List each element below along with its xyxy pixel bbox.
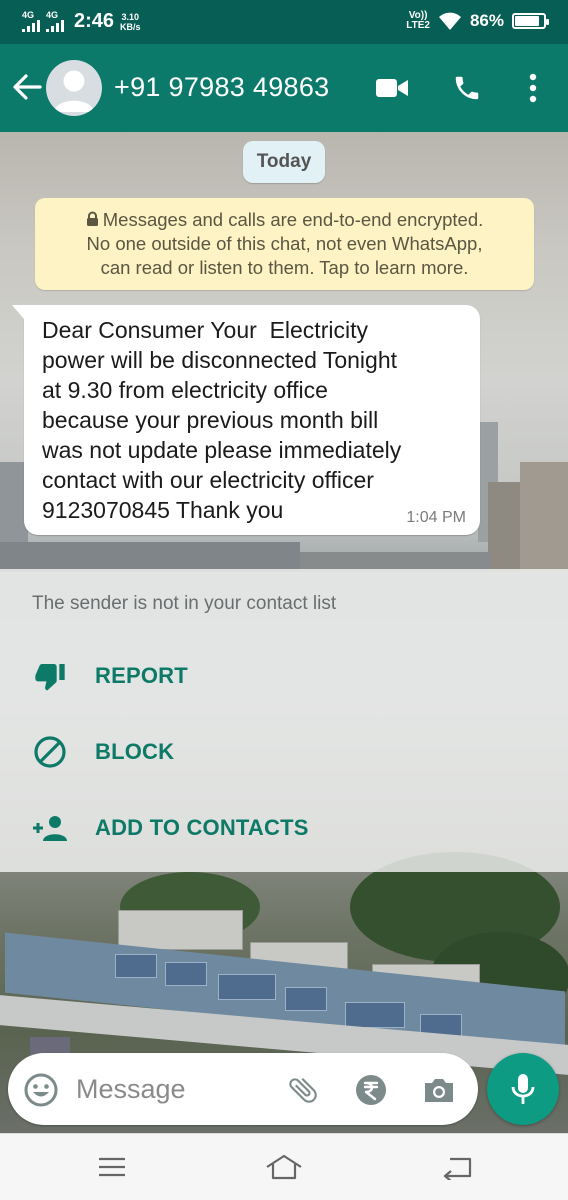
contact-avatar[interactable] xyxy=(46,60,102,116)
signal-2: 4G xyxy=(46,11,64,32)
report-button[interactable]: REPORT xyxy=(30,656,188,696)
home-button[interactable] xyxy=(264,1150,304,1184)
default-avatar-icon xyxy=(54,70,94,112)
recents-button[interactable] xyxy=(92,1150,132,1184)
encryption-notice[interactable]: Messages and calls are end-to-end encryp… xyxy=(35,198,534,290)
block-icon-wrap xyxy=(30,732,70,772)
thumb-down-icon xyxy=(35,664,65,691)
battery-fill xyxy=(515,16,540,26)
phone-icon xyxy=(455,76,479,100)
add-to-contacts-button[interactable]: ADD TO CONTACTS xyxy=(30,808,308,848)
battery-percent: 86% xyxy=(469,11,504,30)
report-label: REPORT xyxy=(95,663,188,688)
report-icon-wrap xyxy=(30,656,70,696)
network-speed: 3.10 KB/s xyxy=(120,12,141,32)
chat-header: +91 97983 49863 xyxy=(0,44,568,132)
video-call-button[interactable] xyxy=(374,70,410,106)
add-to-contacts-label: ADD TO CONTACTS xyxy=(95,815,309,840)
message-input[interactable] xyxy=(76,1069,266,1109)
voice-message-button[interactable] xyxy=(487,1053,559,1125)
network-type-2: 4G xyxy=(46,10,59,20)
volte-line-2: LTE2 xyxy=(406,20,430,31)
signal-bars-icon xyxy=(22,20,40,32)
payment-button[interactable] xyxy=(352,1071,390,1109)
menu-icon xyxy=(99,1157,125,1177)
add-contact-icon-wrap xyxy=(30,808,70,848)
message-composer xyxy=(8,1053,478,1125)
system-nav-bar xyxy=(0,1133,568,1200)
encryption-line-1: Messages and calls are end-to-end encryp… xyxy=(35,208,534,232)
block-icon xyxy=(34,736,66,768)
more-options-button[interactable] xyxy=(515,70,551,106)
battery-icon xyxy=(512,13,549,29)
encryption-line-3: can read or listen to them. Tap to learn… xyxy=(100,257,469,278)
lock-icon xyxy=(86,211,98,226)
attach-button[interactable] xyxy=(284,1071,322,1109)
video-call-icon xyxy=(376,79,408,97)
home-icon xyxy=(266,1154,302,1180)
encryption-line-2: No one outside of this chat, not even Wh… xyxy=(86,233,483,254)
camera-icon xyxy=(425,1079,453,1102)
emoji-icon xyxy=(24,1073,58,1107)
encryption-line-1-text: Messages and calls are end-to-end encryp… xyxy=(102,209,484,230)
unknown-sender-panel: The sender is not in your contact list R… xyxy=(0,569,568,872)
date-chip: Today xyxy=(243,141,325,183)
status-bar: 4G 4G 2:46 3.10 KB/s Vo)) LTE2 86% xyxy=(0,0,568,44)
signal-bars-icon xyxy=(46,20,64,32)
wifi-icon xyxy=(438,12,461,30)
rupee-payment-icon xyxy=(356,1075,386,1105)
block-label: BLOCK xyxy=(95,739,175,764)
add-person-icon xyxy=(33,816,67,841)
voice-call-button[interactable] xyxy=(449,70,485,106)
back-button[interactable] xyxy=(10,70,44,104)
back-nav-button[interactable] xyxy=(437,1150,477,1184)
message-text: Dear Consumer Your Electricity power wil… xyxy=(42,317,402,523)
back-icon xyxy=(443,1157,472,1180)
block-button[interactable]: BLOCK xyxy=(30,732,174,772)
mic-icon xyxy=(511,1074,535,1104)
attach-icon xyxy=(289,1077,317,1103)
more-vert-icon xyxy=(529,73,537,103)
incoming-message-bubble[interactable]: Dear Consumer Your Electricity power wil… xyxy=(12,305,480,535)
sender-not-in-contacts-note: The sender is not in your contact list xyxy=(32,593,337,614)
network-type-1: 4G xyxy=(22,10,35,20)
clock: 2:46 xyxy=(74,10,115,32)
speed-unit: KB/s xyxy=(120,22,141,32)
message-time: 1:04 PM xyxy=(406,509,466,526)
camera-button[interactable] xyxy=(420,1071,458,1109)
signal-1: 4G xyxy=(22,11,40,32)
volte-indicator: Vo)) LTE2 xyxy=(406,11,430,31)
back-arrow-icon xyxy=(13,74,42,100)
speed-value: 3.10 xyxy=(121,12,140,22)
contact-name[interactable]: +91 97983 49863 xyxy=(114,72,329,103)
emoji-button[interactable] xyxy=(22,1071,60,1109)
